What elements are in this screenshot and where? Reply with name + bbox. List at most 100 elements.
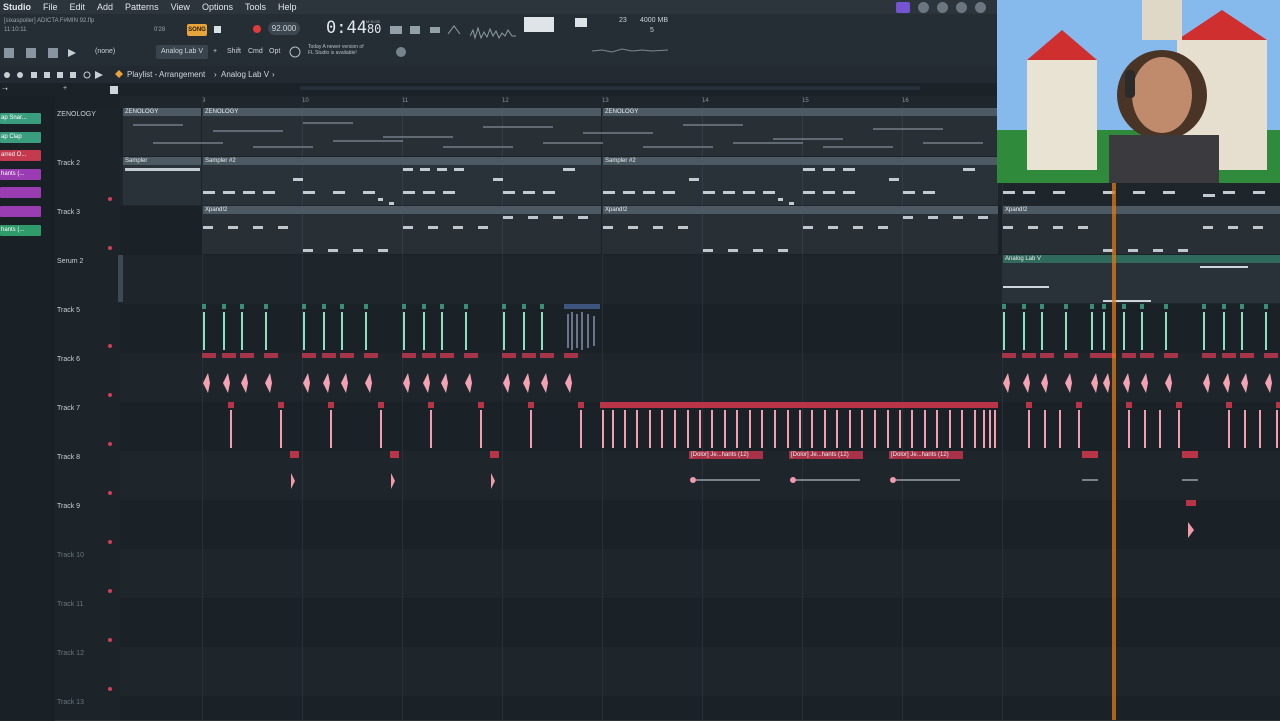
track-header[interactable]: ZENOLOGY xyxy=(55,108,120,158)
track-mute-dot[interactable] xyxy=(108,491,112,495)
view-tools xyxy=(2,46,82,60)
clock-icon[interactable] xyxy=(956,1,967,13)
preset-selector[interactable]: (none) xyxy=(95,48,115,55)
memory-usage: 4000 MB xyxy=(640,17,669,24)
track-header[interactable]: Track 3 xyxy=(55,206,120,256)
alert-icon[interactable] xyxy=(918,1,929,13)
track-lane[interactable] xyxy=(120,500,1280,550)
plugin-button[interactable]: Analog Lab V xyxy=(156,45,208,59)
track-mute-dot[interactable] xyxy=(108,442,112,446)
track-name: Serum 2 xyxy=(57,258,84,265)
analoglab-notes xyxy=(1003,264,1280,302)
track-mute-dot[interactable] xyxy=(108,687,112,691)
menu-help[interactable]: Help xyxy=(278,2,297,12)
overview-scroll[interactable] xyxy=(300,86,920,90)
track-header[interactable]: Track 13 xyxy=(55,696,120,721)
update-line-2: FL Studio is available! xyxy=(308,50,357,56)
cpu-graph xyxy=(591,42,669,53)
playlist-icon xyxy=(114,69,124,79)
track-lane[interactable] xyxy=(120,598,1280,648)
app-menu[interactable]: Studio xyxy=(3,2,31,12)
channel-clip[interactable] xyxy=(0,206,41,217)
pattern-tools xyxy=(390,24,465,38)
channel-clip[interactable]: hants (... xyxy=(0,169,41,180)
track9-clip[interactable] xyxy=(1186,500,1198,540)
track-header[interactable]: Serum 2 xyxy=(55,255,120,305)
track-name: Track 5 xyxy=(57,307,81,314)
track-lane[interactable] xyxy=(120,696,1280,721)
track-header[interactable]: Track 2 xyxy=(55,157,120,207)
track-name: Track 6 xyxy=(57,356,81,363)
track-mute-dot[interactable] xyxy=(108,197,112,201)
opt-key[interactable]: Opt xyxy=(269,48,280,55)
channel-clip[interactable] xyxy=(0,187,41,198)
clip-label: ZENOLOGY xyxy=(603,108,998,116)
track6-clips[interactable] xyxy=(200,353,1280,402)
playhead[interactable] xyxy=(1112,183,1116,720)
track-name: Track 10 xyxy=(57,552,84,559)
track-color-strip xyxy=(118,255,123,302)
menu-patterns[interactable]: Patterns xyxy=(125,2,159,12)
playlist-header: Playlist - Arrangement › Analog Lab V › xyxy=(0,66,1000,83)
breadcrumb-chevron-icon[interactable]: › xyxy=(272,70,275,79)
ruler-mark: 10 xyxy=(302,98,309,104)
track-mute-dot[interactable] xyxy=(108,540,112,544)
track-mute-dot[interactable] xyxy=(108,638,112,642)
track7-clips[interactable] xyxy=(200,402,1280,451)
add-plugin-icon[interactable]: + xyxy=(213,48,217,55)
track-header[interactable]: Track 5 xyxy=(55,304,120,354)
menu-options[interactable]: Options xyxy=(202,2,233,12)
logo-icon[interactable] xyxy=(975,1,986,13)
track-name: Track 7 xyxy=(57,405,81,412)
globe-icon[interactable] xyxy=(394,45,408,59)
add-track-icon[interactable]: + xyxy=(63,85,67,92)
track-mute-dot[interactable] xyxy=(108,246,112,250)
menu-edit[interactable]: Edit xyxy=(70,2,86,12)
menu-file[interactable]: File xyxy=(43,2,58,12)
stop-button[interactable] xyxy=(210,22,226,38)
shift-key[interactable]: Shift xyxy=(227,48,241,55)
project-clock: 11:10:11 xyxy=(4,27,27,33)
track-header[interactable]: Track 12 xyxy=(55,647,120,697)
master-volume-meter[interactable] xyxy=(524,17,554,32)
breadcrumb-current[interactable]: Analog Lab V xyxy=(221,70,269,79)
track-lane[interactable] xyxy=(120,549,1280,599)
track-header[interactable]: Track 6 xyxy=(55,353,120,403)
clip-label[interactable]: [Dolor] Je...hants (12) xyxy=(789,451,863,459)
chat-icon[interactable] xyxy=(896,1,910,13)
track-header[interactable]: Track 7 xyxy=(55,402,120,452)
globe-icon[interactable] xyxy=(937,1,948,13)
track-name: ZENOLOGY xyxy=(57,111,96,118)
cmd-key[interactable]: Cmd xyxy=(248,48,263,55)
channel-clip[interactable]: ap Clap xyxy=(0,132,41,143)
track-lane[interactable] xyxy=(120,647,1280,697)
clip-label: ZENOLOGY xyxy=(203,108,601,116)
channel-clip[interactable]: hants (... xyxy=(0,225,41,236)
xpand-notes xyxy=(203,214,1280,254)
time-fraction: 80 xyxy=(366,22,382,36)
track-mute-dot[interactable] xyxy=(108,344,112,348)
tempo-display[interactable]: 92.000 xyxy=(268,22,300,35)
arrow-icon[interactable]: ➝ xyxy=(2,85,8,93)
track-header[interactable]: Track 8 xyxy=(55,451,120,501)
channel-clip[interactable]: ap Snar... xyxy=(0,113,41,124)
track5-clips[interactable] xyxy=(200,304,1280,353)
voice-count: 5 xyxy=(650,27,654,34)
track-header[interactable]: Track 10 xyxy=(55,549,120,599)
link-icon[interactable] xyxy=(288,45,302,59)
update-notice[interactable]: Today A newer version of FL Studio is av… xyxy=(308,44,364,56)
clip-label[interactable]: [Dolor] Je...hants (12) xyxy=(889,451,963,459)
channel-clip[interactable]: arred O... xyxy=(0,150,41,161)
song-mode-toggle[interactable]: SONG xyxy=(187,24,207,36)
track-mute-dot[interactable] xyxy=(108,589,112,593)
menu-add[interactable]: Add xyxy=(97,2,113,12)
record-button[interactable] xyxy=(250,22,266,38)
track-header[interactable]: Track 9 xyxy=(55,500,120,550)
track-mute-dot[interactable] xyxy=(108,393,112,397)
playlist-subtools: ➝ + xyxy=(0,83,120,96)
menu-tools[interactable]: Tools xyxy=(245,2,266,12)
track-header[interactable]: Track 11 xyxy=(55,598,120,648)
pattern-icon[interactable] xyxy=(110,86,118,94)
menu-view[interactable]: View xyxy=(171,2,190,12)
clip-label[interactable]: [Dolor] Je...hants (12) xyxy=(689,451,763,459)
